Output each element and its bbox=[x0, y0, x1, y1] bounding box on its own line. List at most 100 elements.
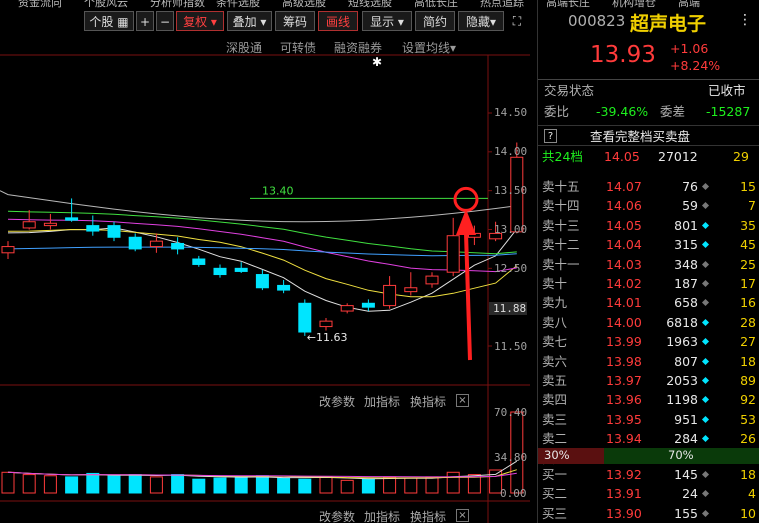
switch-indicator-button-2[interactable]: 换指标 bbox=[410, 508, 446, 523]
sell-price: 14.05 bbox=[606, 217, 642, 233]
volume-bar bbox=[425, 476, 439, 494]
buy-price: 13.90 bbox=[606, 505, 642, 521]
sell-price: 13.99 bbox=[606, 334, 642, 350]
sell-volume: 658 bbox=[674, 295, 698, 311]
switch-indicator-button[interactable]: 换指标 bbox=[410, 393, 446, 410]
volume-bar bbox=[298, 478, 312, 494]
price-tick-13.50: 13.50 bbox=[494, 184, 528, 197]
dropdown-arrow-icon: ▾ bbox=[210, 15, 217, 29]
diamond-marker-icon bbox=[701, 357, 710, 365]
kline-svg: 13.40 ←11.63 bbox=[0, 54, 530, 523]
top-menu-item[interactable]: 条件选股 bbox=[216, 0, 260, 8]
price-tick-11.50: 11.50 bbox=[494, 340, 528, 353]
chip-distribution-button[interactable]: 筹码 bbox=[275, 11, 315, 31]
diamond-marker-icon bbox=[701, 221, 710, 229]
total-depth-count: 29 bbox=[733, 149, 749, 164]
volume-bar bbox=[319, 476, 333, 494]
sell-order-count: 28 bbox=[740, 314, 756, 330]
simple-mode-button[interactable]: 简约 bbox=[415, 11, 455, 31]
display-label: 显示 bbox=[370, 15, 395, 29]
buy-volume: 145 bbox=[674, 467, 698, 482]
weibi-value: -39.46% bbox=[596, 104, 649, 119]
candle-up bbox=[1, 246, 15, 254]
sell-row: 卖十三 14.05 801 35 bbox=[538, 216, 759, 235]
weicha-value: -15287 bbox=[706, 104, 751, 119]
overlay-label: 叠加 bbox=[232, 15, 257, 29]
menu-dots-icon[interactable]: ⋮ bbox=[738, 12, 752, 28]
help-icon[interactable]: ? bbox=[544, 129, 557, 143]
top-menu-item[interactable]: 分析师指数 bbox=[150, 0, 205, 8]
total-depth-row: 共24档 14.05 27012 29 bbox=[538, 147, 759, 166]
price-tick-12.50: 12.50 bbox=[494, 262, 528, 275]
zoom-in-button[interactable]: + bbox=[136, 11, 154, 31]
volume-bar bbox=[1, 471, 15, 494]
full-depth-link[interactable]: 查看完整档买卖盘 bbox=[590, 127, 690, 146]
add-indicator-button-2[interactable]: 加指标 bbox=[364, 508, 400, 523]
stock-name: 超声电子 bbox=[630, 13, 707, 35]
buy-order-count: 18 bbox=[740, 467, 756, 482]
sell-volume: 2053 bbox=[666, 373, 698, 388]
price-tick-14.50: 14.50 bbox=[494, 106, 528, 119]
sell-price: 13.98 bbox=[606, 353, 642, 369]
buy-level-label: 买三 bbox=[542, 505, 568, 521]
weibi-row: 委比 -39.46% 委差 -15287 bbox=[538, 102, 759, 121]
fullscreen-icon[interactable]: ⛶ bbox=[507, 11, 527, 31]
candle-up bbox=[43, 222, 57, 227]
edit-params-button-2[interactable]: 改参数 bbox=[319, 508, 355, 523]
top-menu-item[interactable]: 高低长庄 bbox=[414, 0, 458, 8]
dropdown-arrow-icon: ▾ bbox=[260, 15, 267, 29]
sell-row: 卖五 13.97 2053 89 bbox=[538, 371, 759, 390]
diamond-marker-icon bbox=[701, 318, 710, 326]
edit-params-button[interactable]: 改参数 bbox=[319, 393, 355, 410]
overlay-button[interactable]: 叠加 ▾ bbox=[227, 11, 272, 31]
buy-order-count: 4 bbox=[748, 486, 756, 502]
sell-price: 14.04 bbox=[606, 237, 642, 253]
buy-order-count: 10 bbox=[740, 505, 756, 521]
full-depth-row[interactable]: ? 查看完整档买卖盘 bbox=[538, 125, 759, 146]
diamond-marker-icon bbox=[701, 396, 710, 404]
stock-picker-button[interactable]: 个股 ▦ bbox=[84, 11, 134, 31]
sell-level-label: 卖四 bbox=[542, 392, 568, 408]
buy-level-label: 买一 bbox=[542, 467, 568, 482]
total-depth-price: 14.05 bbox=[604, 149, 640, 164]
candle-down bbox=[128, 236, 142, 250]
sell-order-count: 26 bbox=[740, 431, 756, 447]
diamond-marker-icon bbox=[701, 435, 710, 443]
add-indicator-button[interactable]: 加指标 bbox=[364, 393, 400, 410]
top-menu-item[interactable]: 短线选股 bbox=[348, 0, 392, 8]
fuquan-button[interactable]: 复权 ▾ bbox=[176, 11, 224, 31]
top-menu-item[interactable]: 热点追踪 bbox=[480, 0, 524, 8]
sell-volume: 315 bbox=[674, 237, 698, 253]
candle-down bbox=[171, 242, 185, 250]
top-menu-item[interactable]: 高级选股 bbox=[282, 0, 326, 8]
display-button[interactable]: 显示 ▾ bbox=[362, 11, 412, 31]
volume-bar bbox=[171, 474, 185, 494]
volume-bar bbox=[277, 477, 291, 494]
top-menu-item[interactable]: 资金流向 bbox=[18, 0, 62, 8]
close-indicator-icon-2[interactable]: × bbox=[456, 509, 469, 522]
draw-line-button[interactable]: 画线 bbox=[318, 11, 358, 31]
diamond-marker-icon bbox=[701, 509, 710, 517]
zoom-out-button[interactable]: − bbox=[156, 11, 174, 31]
top-menu-item[interactable]: 个股风云 bbox=[84, 0, 128, 8]
sell-price: 14.01 bbox=[606, 295, 642, 311]
sell-row: 卖十 14.02 187 17 bbox=[538, 274, 759, 293]
candle-down bbox=[361, 302, 375, 308]
sell-level-label: 卖五 bbox=[542, 373, 568, 388]
candle-up bbox=[383, 284, 397, 307]
hide-button[interactable]: 隐藏▾ bbox=[458, 11, 504, 31]
sell-level-label: 卖九 bbox=[542, 295, 568, 311]
price-tick-13.00: 13.00 bbox=[494, 223, 528, 236]
total-depth-label: 共24档 bbox=[542, 149, 583, 164]
sell-level-label: 卖十二 bbox=[542, 237, 580, 253]
volume-bar bbox=[86, 472, 100, 494]
sell-price: 14.07 bbox=[606, 179, 642, 194]
candle-up bbox=[425, 275, 439, 285]
volume-bar bbox=[213, 477, 227, 494]
fuquan-label: 复权 bbox=[183, 15, 208, 29]
sell-order-count: 89 bbox=[740, 373, 756, 388]
low-price-label: ←11.63 bbox=[307, 331, 348, 344]
close-indicator-icon[interactable]: × bbox=[456, 394, 469, 407]
total-depth-volume: 27012 bbox=[658, 149, 698, 164]
buy-row: 买一 13.92 145 18 bbox=[538, 465, 759, 484]
